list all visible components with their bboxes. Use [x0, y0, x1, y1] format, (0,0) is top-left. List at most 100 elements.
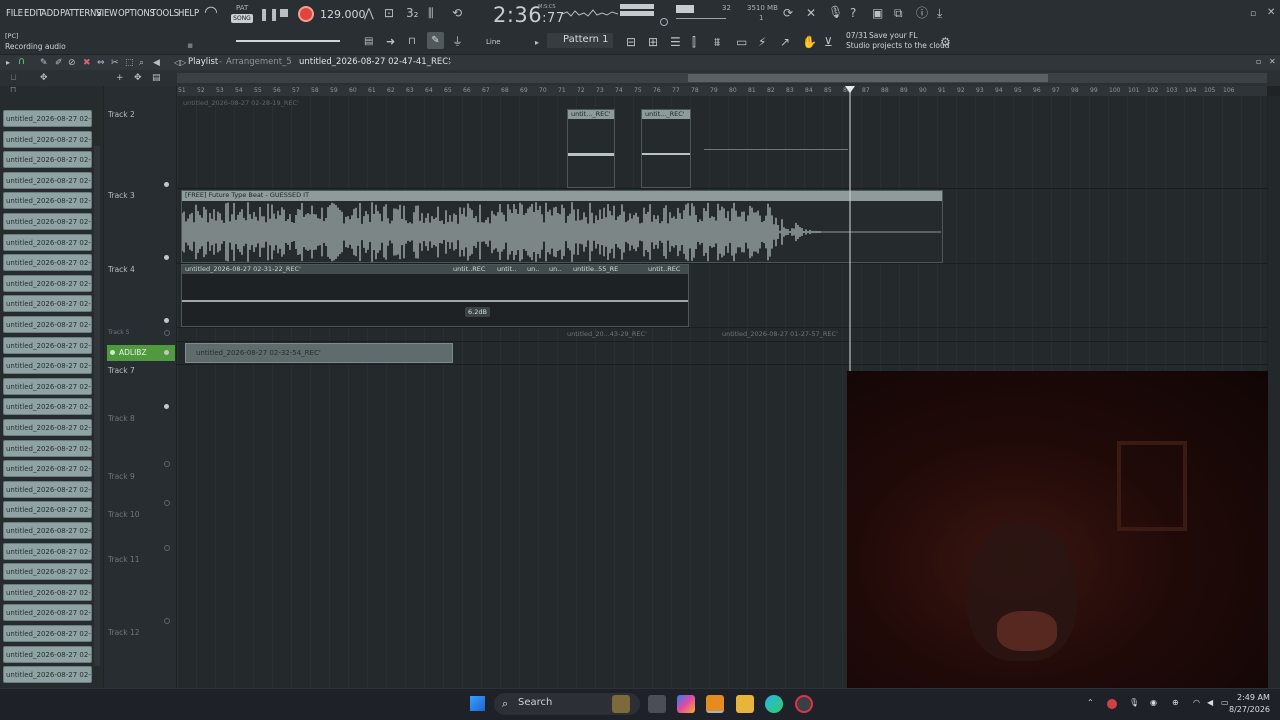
help-icon[interactable]: ?: [850, 7, 856, 19]
master-slider[interactable]: [236, 40, 340, 42]
browser-file-item[interactable]: untitled_2026-08-27 02-...: [3, 233, 92, 251]
edge-icon[interactable]: [765, 695, 783, 713]
ruler-bar-number[interactable]: 104: [1185, 87, 1196, 94]
browser-file-item[interactable]: untitled_2026-08-27 02-...: [3, 357, 92, 375]
ruler-bar-number[interactable]: 97: [1052, 87, 1060, 94]
browser-file-item[interactable]: untitled_2026-08-27 02-...: [3, 522, 92, 539]
track-label-8[interactable]: Track 8: [108, 414, 135, 423]
info-icon[interactable]: ⓘ: [916, 7, 928, 19]
browser-file-item[interactable]: untitled_2026-08-27 02-...: [3, 110, 92, 127]
record-button[interactable]: [298, 6, 314, 22]
browser-file-item[interactable]: untitled_2026-08-27 02-...: [3, 501, 92, 519]
browser-file-item[interactable]: untitled_2026-08-27 02-...: [3, 439, 92, 457]
browser-file-item[interactable]: untitled_2026-08-27 02-...: [3, 666, 92, 684]
slice-tool-icon[interactable]: ✂: [111, 57, 119, 69]
pause-icon[interactable]: ❚❚: [259, 8, 279, 20]
ruler-bar-number[interactable]: 82: [767, 87, 775, 94]
track-11-dot[interactable]: [164, 618, 170, 624]
ruler-bar-number[interactable]: 78: [691, 87, 699, 94]
mixer-icon[interactable]: ☰: [670, 36, 681, 48]
ruler-bar-number[interactable]: 87: [862, 87, 870, 94]
battery-icon[interactable]: ▭: [1221, 698, 1229, 707]
delete-tool-icon[interactable]: ⊘: [68, 57, 76, 69]
ruler-bar-number[interactable]: 74: [615, 87, 623, 94]
track-label-5[interactable]: Track 5: [108, 329, 129, 336]
save-icon[interactable]: ▣: [872, 7, 883, 19]
news-line1[interactable]: Save your FL: [869, 31, 918, 40]
loop-recording-icon[interactable]: ⟲: [452, 7, 462, 19]
browser-file-item[interactable]: untitled_2026-08-27 02-...: [3, 130, 92, 148]
browser-file-item[interactable]: untitled_2026-08-27 02-...: [3, 192, 92, 210]
browser-file-item[interactable]: untitled_2026-08-27 02-...: [3, 419, 92, 436]
clip-t5b[interactable]: untitled_2026-08-27 01-27-57_REC': [722, 330, 838, 338]
mute-tool-icon[interactable]: ✖: [83, 57, 91, 69]
track-label-11[interactable]: Track 11: [108, 555, 140, 564]
search-highlight-icon[interactable]: [612, 695, 630, 713]
pat-label[interactable]: PAT: [236, 4, 248, 12]
menu-add[interactable]: ADD: [41, 8, 60, 19]
browser-scrollbar[interactable]: [94, 146, 100, 666]
ruler-bar-number[interactable]: 60: [349, 87, 357, 94]
browser-file-item[interactable]: untitled_2026-08-27 02-...: [3, 213, 92, 230]
collapse-icon[interactable]: ✥: [134, 72, 142, 84]
browser-file-item[interactable]: untitled_2026-08-27 02-...: [3, 274, 92, 292]
touch-icon[interactable]: ✋: [802, 36, 817, 48]
browser-file-item[interactable]: untitled_2026-08-27 02-...: [3, 583, 92, 601]
ruler-bar-number[interactable]: 51: [178, 87, 186, 94]
move-icon[interactable]: ✥: [40, 72, 48, 84]
track-label-10[interactable]: Track 10: [108, 510, 140, 519]
vertical-scrollbar[interactable]: [1268, 96, 1280, 688]
news-line2[interactable]: Studio projects to the cloud: [846, 41, 950, 50]
pencil-icon[interactable]: ✎: [40, 57, 48, 69]
volume-icon[interactable]: ◀︎: [1207, 698, 1213, 707]
fl-studio-icon[interactable]: [706, 695, 724, 713]
track-7-dot[interactable]: [164, 404, 169, 409]
clip-t4c[interactable]: untit..: [497, 265, 517, 273]
pattern-prev-icon[interactable]: ▸: [535, 37, 539, 49]
task-view-icon[interactable]: [648, 695, 666, 713]
ruler-bar-number[interactable]: 93: [976, 87, 984, 94]
countdown-icon[interactable]: 3₂: [406, 7, 418, 19]
app-icon[interactable]: [795, 695, 813, 713]
clip-t4g[interactable]: untit..REC: [648, 265, 681, 273]
ruler-bar-number[interactable]: 79: [710, 87, 718, 94]
close-icon[interactable]: ✕: [1267, 7, 1275, 19]
ruler-bar-number[interactable]: 67: [482, 87, 490, 94]
clip-t4d[interactable]: un..: [527, 265, 540, 273]
ruler-bar-number[interactable]: 66: [463, 87, 471, 94]
wifi-icon[interactable]: ◠: [1193, 698, 1200, 707]
slip-tool-icon[interactable]: ⇔: [97, 57, 105, 69]
ruler-bar-number[interactable]: 103: [1166, 87, 1177, 94]
clock-date[interactable]: 8/27/2026: [1229, 705, 1270, 714]
clip-track2-a[interactable]: untit..._REC': [567, 109, 615, 188]
ruler-bar-number[interactable]: 105: [1204, 87, 1215, 94]
browser-file-item[interactable]: untitled_2026-08-27 02-...: [3, 460, 92, 478]
ruler-bar-number[interactable]: 94: [995, 87, 1003, 94]
playhead-marker-icon[interactable]: [845, 86, 855, 93]
ruler-bar-number[interactable]: 91: [938, 87, 946, 94]
zoom-tool-icon[interactable]: ⌕: [139, 57, 144, 69]
ruler-bar-number[interactable]: 54: [235, 87, 243, 94]
plug-icon[interactable]: ⚡: [758, 36, 766, 48]
playlist-menu-icon[interactable]: ◁▷: [174, 57, 186, 69]
ruler-bar-number[interactable]: 59: [330, 87, 338, 94]
ruler-bar-number[interactable]: 56: [273, 87, 281, 94]
ruler-bar-number[interactable]: 63: [406, 87, 414, 94]
track-3-active-dot[interactable]: [164, 255, 169, 260]
wait-input-icon[interactable]: ⊡: [384, 7, 394, 19]
panic-icon[interactable]: ✕: [806, 7, 816, 19]
ruler-bar-number[interactable]: 69: [520, 87, 528, 94]
download-icon[interactable]: ⤓: [937, 7, 942, 19]
clip-t5a[interactable]: untitled_20...43-29_REC': [567, 330, 647, 338]
track-2-active-dot[interactable]: [164, 182, 169, 187]
ruler-bar-number[interactable]: 89: [900, 87, 908, 94]
ruler-bar-number[interactable]: 77: [672, 87, 680, 94]
blend-notes-icon[interactable]: ⫼: [428, 7, 434, 19]
speaker-icon[interactable]: ◀: [153, 57, 160, 69]
ruler-bar-number[interactable]: 100: [1109, 87, 1120, 94]
refresh-icon[interactable]: ⟳: [783, 7, 793, 19]
track-label-9[interactable]: Track 9: [108, 472, 135, 481]
browser-file-item[interactable]: untitled_2026-08-27 02-...: [3, 316, 92, 333]
playlist-minimize-icon[interactable]: ▫: [1256, 56, 1261, 68]
ruler-bar-number[interactable]: 88: [881, 87, 889, 94]
